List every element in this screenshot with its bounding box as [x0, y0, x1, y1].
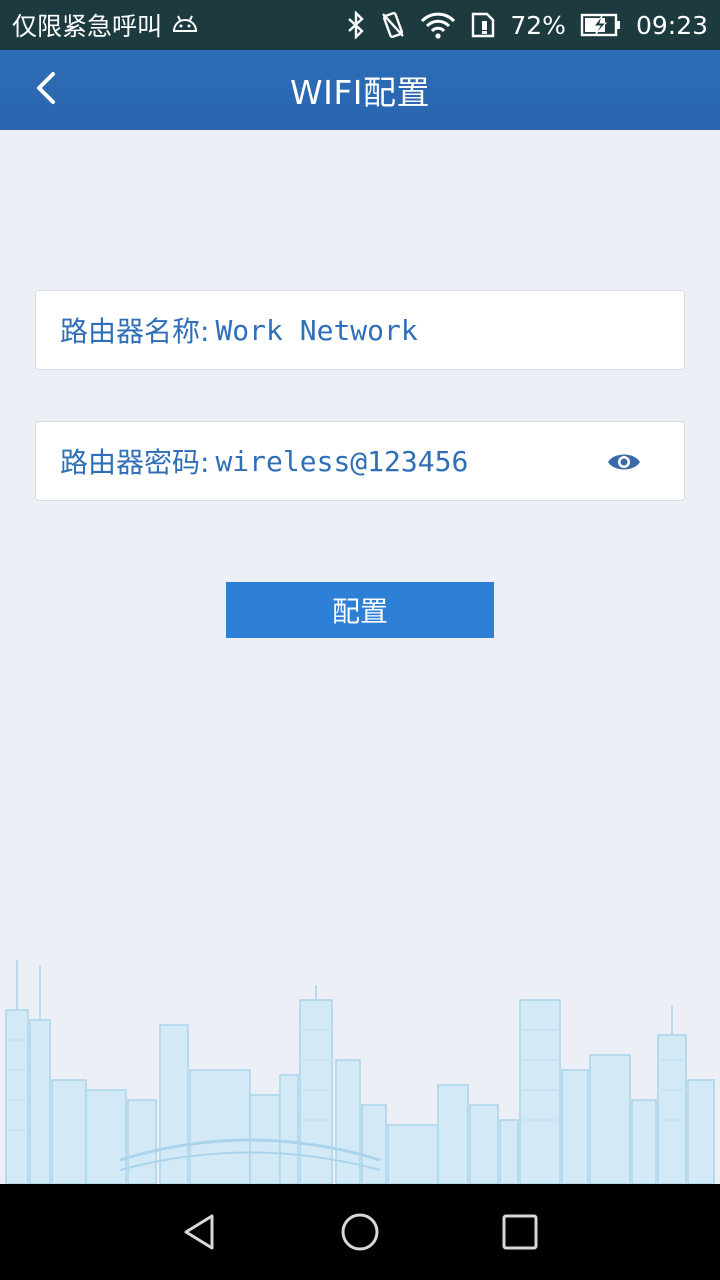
clock: 09:23 [635, 10, 708, 40]
recents-square-icon [500, 1214, 540, 1256]
sim-icon [470, 11, 496, 39]
emergency-call-text: 仅限紧急呼叫 [12, 12, 163, 41]
bluetooth-icon [346, 11, 366, 39]
vibrate-icon [380, 11, 406, 39]
router-name-label: 路由器名称: [60, 315, 210, 348]
wifi-icon [420, 11, 456, 39]
home-circle-icon [340, 1213, 380, 1256]
nav-home-button[interactable] [340, 1212, 380, 1252]
battery-percent: 72% [510, 10, 566, 40]
app-header: WIFI配置 [0, 50, 720, 130]
city-skyline-illustration [0, 950, 720, 1185]
status-bar: 仅限紧急呼叫 72% 09:23 [0, 0, 720, 50]
nav-back-button[interactable] [180, 1212, 220, 1252]
router-password-label: 路由器密码: [60, 446, 210, 479]
battery-charging-icon [580, 12, 622, 38]
page-title: WIFI配置 [289, 73, 431, 112]
router-password-field[interactable]: 路由器密码: wireless@123456 [35, 421, 685, 501]
android-icon [170, 11, 200, 39]
router-password-input[interactable]: wireless@123456 [215, 445, 595, 478]
eye-icon[interactable] [606, 446, 642, 478]
nav-recents-button[interactable] [500, 1212, 540, 1252]
router-name-field[interactable]: 路由器名称: Work Network [35, 290, 685, 370]
system-navigation-bar [0, 1184, 720, 1280]
configure-button[interactable]: 配置 [226, 582, 494, 638]
back-triangle-icon [180, 1214, 220, 1256]
router-name-input[interactable]: Work Network [215, 314, 595, 347]
